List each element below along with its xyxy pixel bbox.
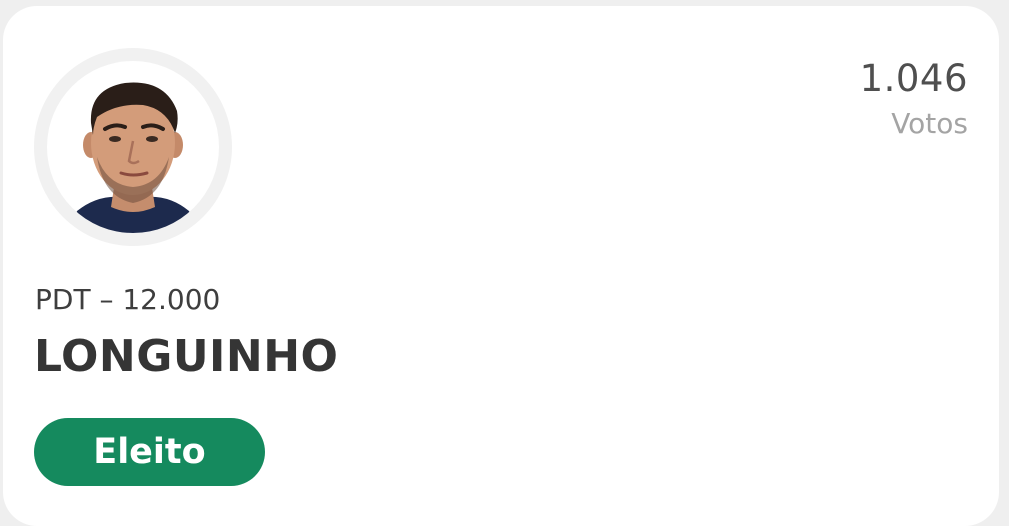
candidate-name: LONGUINHO: [34, 331, 339, 382]
candidate-photo: [47, 61, 219, 233]
candidate-photo-illustration: [69, 82, 199, 233]
avatar-ring: [34, 48, 232, 246]
candidate-card[interactable]: 1.046 Votos PDT – 12.000 LONGUINHO Eleit…: [3, 6, 999, 526]
votes-label: Votos: [891, 107, 968, 140]
votes-block: 1.046 Votos: [860, 58, 968, 142]
status-badge: Eleito: [34, 418, 265, 486]
party-number: PDT – 12.000: [35, 283, 221, 316]
votes-count: 1.046: [859, 57, 968, 100]
